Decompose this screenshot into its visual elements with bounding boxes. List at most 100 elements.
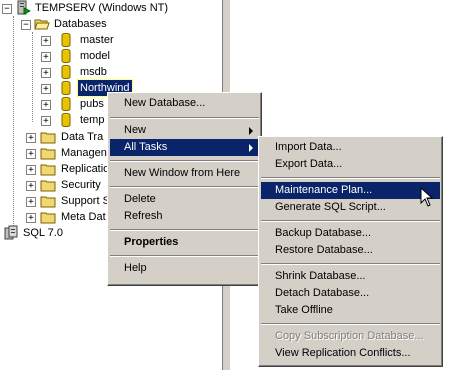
collapse-icon[interactable]: − [21,20,31,30]
open-folder-icon [34,16,50,32]
menu-item-label: Restore Database... [275,244,373,256]
menu-item-label: Export Data... [275,158,343,170]
expand-icon[interactable]: + [26,213,36,223]
menu-item-label: Copy Subscription Database... [275,330,424,342]
menu-item-refresh[interactable]: Refresh [110,208,259,225]
folder-icon [40,193,56,209]
folder-icon [40,177,56,193]
menu-item-label: View Replication Conflicts... [275,347,411,359]
menu-item-label: All Tasks [124,141,168,153]
expand-icon[interactable]: + [26,149,36,159]
menu-item-label: Properties [124,236,179,248]
all-tasks-submenu: Import Data... Export Data... Maintenanc… [258,136,443,367]
collapse-icon[interactable]: − [2,4,12,14]
folder-icon [40,161,56,177]
menu-item-take-offline[interactable]: Take Offline [261,302,440,319]
menu-separator [110,160,259,162]
expand-icon[interactable]: + [41,84,51,94]
submenu-arrow-icon [249,144,253,152]
database-icon [58,48,74,64]
tree-db-item[interactable]: + master [0,32,222,48]
expand-icon[interactable]: + [41,100,51,110]
menu-item-properties[interactable]: Properties [110,234,259,251]
expand-icon[interactable]: + [41,36,51,46]
database-icon [58,32,74,48]
submenu-arrow-icon [249,127,253,135]
menu-item-label: Generate SQL Script... [275,201,386,213]
database-label: msdb [80,66,107,78]
menu-item-label: Refresh [124,210,163,222]
database-label: model [80,50,110,62]
server-label: SQL 7.0 [23,227,63,239]
menu-separator [110,117,259,119]
menu-item-maintenance-plan[interactable]: Maintenance Plan... [261,182,440,199]
menu-item-label: Detach Database... [275,287,370,299]
database-icon [58,112,74,128]
database-icon [58,96,74,112]
folder-label: Meta Dat [61,211,106,223]
menu-item-copy-subscription-database: Copy Subscription Database... [261,328,440,345]
menu-item-label: Backup Database... [275,227,372,239]
server-node[interactable]: − TEMPSERV (Windows NT) [0,0,222,16]
tree-db-item[interactable]: + msdb [0,64,222,80]
menu-item-new[interactable]: New [110,122,259,139]
server-label: TEMPSERV (Windows NT) [35,2,169,14]
expand-icon[interactable]: + [41,68,51,78]
database-icon [58,64,74,80]
folder-label: Support S [61,195,110,207]
menu-item-label: Import Data... [275,141,342,153]
expand-icon[interactable]: + [26,181,36,191]
folder-label: Managen [61,147,107,159]
menu-separator [110,255,259,257]
expand-icon[interactable]: + [41,52,51,62]
menu-item-label: Maintenance Plan... [275,184,373,196]
menu-item-all-tasks[interactable]: All Tasks [110,139,259,156]
menu-separator [261,177,440,179]
menu-item-export-data[interactable]: Export Data... [261,156,440,173]
menu-item-generate-sql-script[interactable]: Generate SQL Script... [261,199,440,216]
databases-label: Databases [54,18,107,30]
context-menu: New Database... New All Tasks New Window… [107,92,262,286]
folder-icon [40,209,56,225]
menu-item-import-data[interactable]: Import Data... [261,139,440,156]
menu-item-backup-database[interactable]: Backup Database... [261,225,440,242]
menu-item-shrink-database[interactable]: Shrink Database... [261,268,440,285]
database-icon [58,80,74,96]
folder-icon [40,129,56,145]
mouse-cursor-icon [420,187,434,207]
menu-item-view-replication-conflicts[interactable]: View Replication Conflicts... [261,345,440,362]
folder-label: Data Tra [61,131,104,143]
menu-separator [261,263,440,265]
menu-separator [110,229,259,231]
menu-item-label: Delete [124,193,156,205]
folder-label: Replicatio [61,163,110,175]
server-icon [15,0,32,16]
menu-item-help[interactable]: Help [110,260,259,277]
database-label: master [80,34,114,46]
menu-item-label: Shrink Database... [275,270,366,282]
folder-icon [40,145,56,161]
tree-db-item[interactable]: + model [0,48,222,64]
databases-folder-node[interactable]: − Databases [0,16,222,32]
menu-item-restore-database[interactable]: Restore Database... [261,242,440,259]
menu-item-label: Take Offline [275,304,333,316]
server-group-icon [3,225,19,241]
menu-item-detach-database[interactable]: Detach Database... [261,285,440,302]
menu-separator [110,186,259,188]
menu-separator [261,323,440,325]
menu-item-label: New Window from Here [124,167,241,179]
menu-item-label: Help [124,262,147,274]
menu-item-delete[interactable]: Delete [110,191,259,208]
menu-item-label: New [124,124,147,136]
expand-icon[interactable]: + [26,165,36,175]
database-label: temp [80,114,105,126]
menu-item-label: New Database... [124,97,206,109]
expand-icon[interactable]: + [41,116,51,126]
menu-separator [261,220,440,222]
menu-item-new-database[interactable]: New Database... [110,95,259,112]
expand-icon[interactable]: + [26,133,36,143]
expand-icon[interactable]: + [26,197,36,207]
menu-item-new-window[interactable]: New Window from Here [110,165,259,182]
folder-label: Security [61,179,101,191]
enterprise-manager-window: − TEMPSERV (Windows NT) − Databases + ma… [0,0,453,370]
